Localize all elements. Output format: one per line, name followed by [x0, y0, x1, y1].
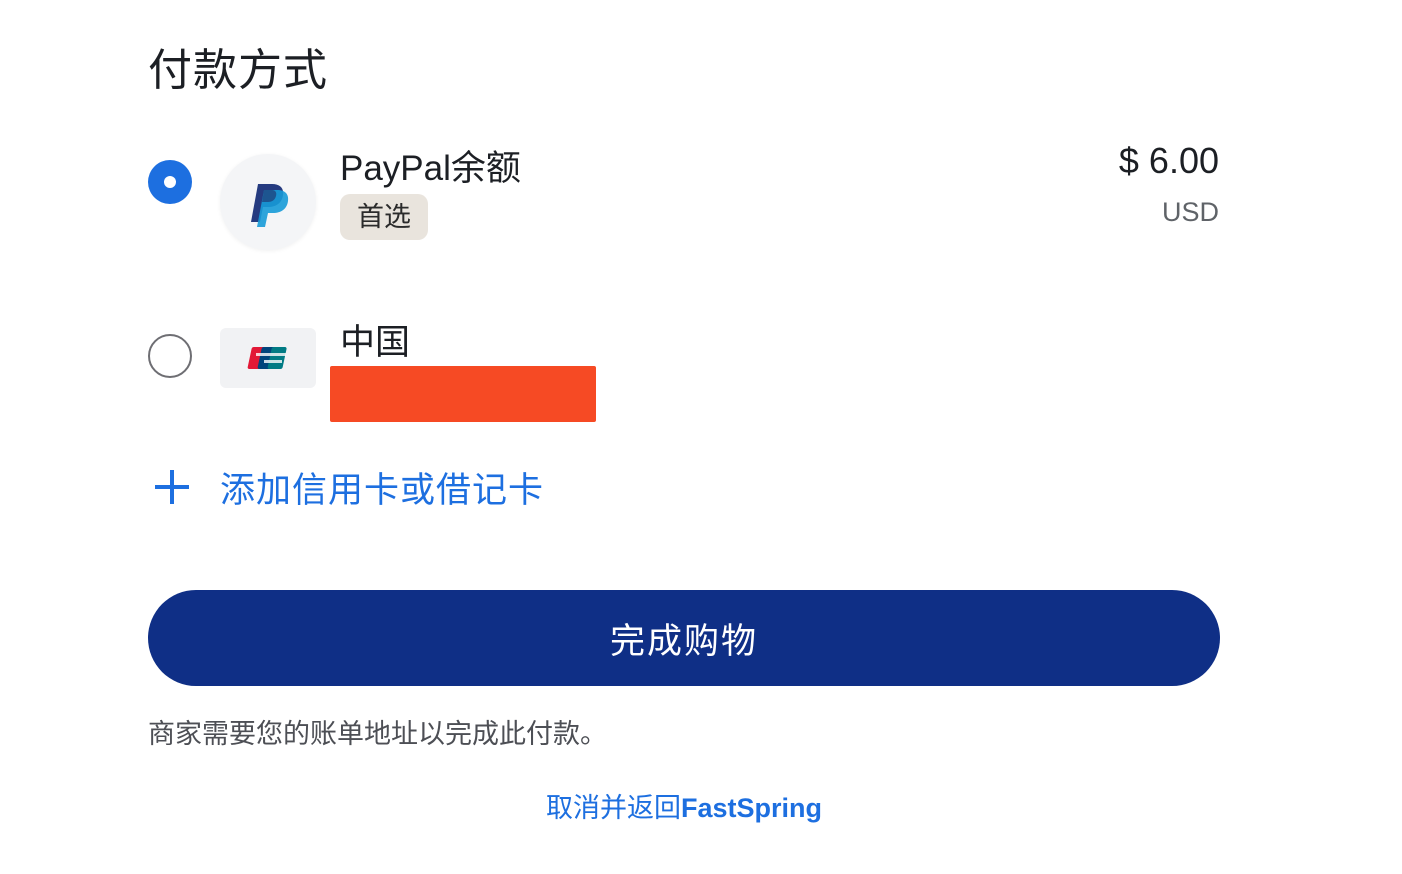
page-title: 付款方式 [148, 46, 328, 95]
unionpay-icon [247, 347, 287, 369]
cancel-return-link[interactable]: 取消并返回FastSpring [0, 786, 1368, 825]
radio-dot [164, 176, 176, 188]
paypal-radio-button[interactable] [148, 160, 192, 204]
fastspring-brand: FastSpring [680, 793, 822, 823]
complete-purchase-button[interactable]: 完成购物 [148, 590, 1220, 686]
cancel-prefix: 取消并返回 [545, 793, 681, 823]
payment-amount: $ 6.00 [1118, 140, 1219, 181]
preferred-badge: 首选 [340, 194, 428, 240]
add-card-link[interactable]: 添加信用卡或借记卡 [152, 462, 544, 512]
paypal-logo [220, 154, 316, 250]
unionpay-logo [220, 328, 316, 388]
payment-currency: USD [1161, 197, 1219, 227]
add-card-label: 添加信用卡或借记卡 [220, 470, 545, 510]
paypal-balance-label: PayPal余额 [340, 149, 521, 188]
billing-address-notice: 商家需要您的账单地址以完成此付款。 [148, 719, 607, 749]
redacted-card-info [330, 366, 596, 422]
paypal-icon [251, 184, 289, 227]
unionpay-label: 中国 [340, 323, 411, 362]
unionpay-radio-button[interactable] [148, 334, 192, 378]
plus-icon [152, 467, 192, 507]
